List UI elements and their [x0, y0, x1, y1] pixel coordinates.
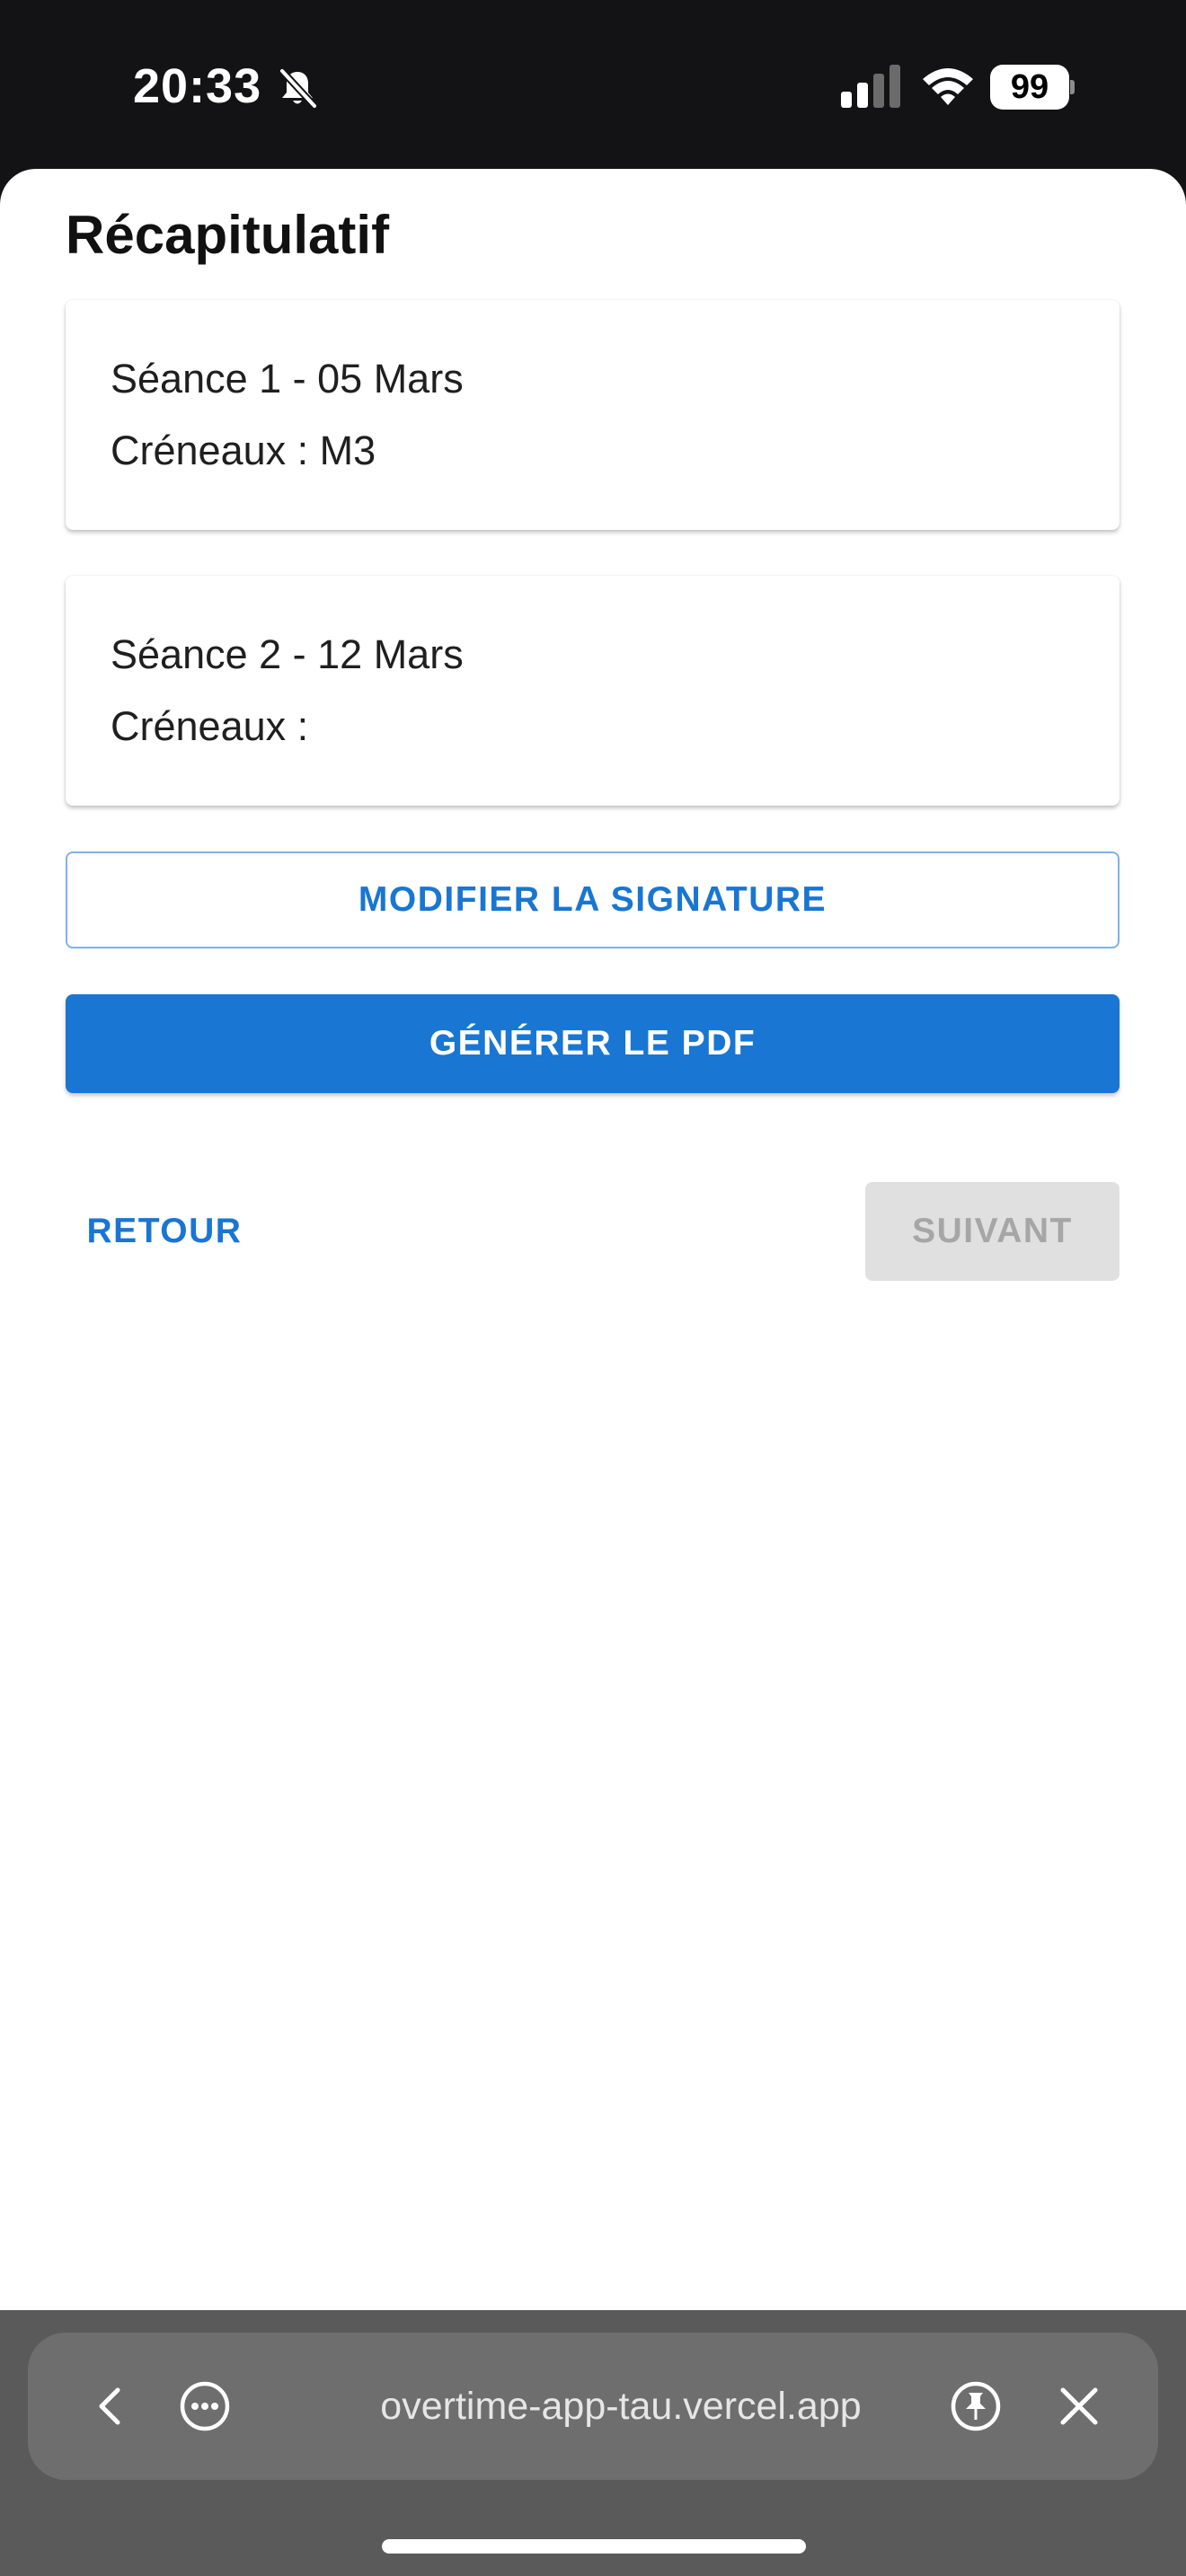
url-text[interactable]: overtime-app-tau.vercel.app — [324, 2378, 917, 2435]
session-title: Séance 1 - 05 Mars — [111, 356, 464, 401]
page-title: Récapitulatif — [66, 205, 390, 265]
home-indicator — [382, 2539, 806, 2554]
more-options-icon[interactable] — [176, 2378, 234, 2435]
session-card: Séance 1 - 05 Mars Créneaux : M3 — [66, 300, 1120, 530]
next-button: SUIVANT — [865, 1182, 1120, 1281]
back-button[interactable]: RETOUR — [66, 1182, 263, 1281]
battery-icon: 99 — [990, 65, 1075, 110]
url-bar[interactable]: overtime-app-tau.vercel.app — [28, 2333, 1158, 2480]
close-icon[interactable] — [1050, 2378, 1108, 2435]
session-title: Séance 2 - 12 Mars — [111, 631, 464, 677]
cellular-signal-icon — [841, 65, 900, 108]
bell-slash-icon — [279, 67, 318, 110]
battery-tip — [1070, 80, 1075, 94]
status-time: 20:33 — [133, 59, 262, 113]
session-card: Séance 2 - 12 Mars Créneaux : — [66, 576, 1120, 806]
generate-pdf-button[interactable]: GÉNÉRER LE PDF — [66, 994, 1120, 1093]
pin-icon[interactable] — [947, 2378, 1005, 2435]
chevron-left-icon[interactable] — [82, 2378, 139, 2435]
status-bar: 20:33 99 — [0, 0, 1186, 171]
wifi-icon — [923, 68, 973, 105]
modify-signature-button[interactable]: MODIFIER LA SIGNATURE — [66, 851, 1120, 948]
session-slots: Créneaux : M3 — [111, 428, 376, 473]
session-slots: Créneaux : — [111, 703, 309, 749]
battery-level: 99 — [990, 65, 1069, 110]
